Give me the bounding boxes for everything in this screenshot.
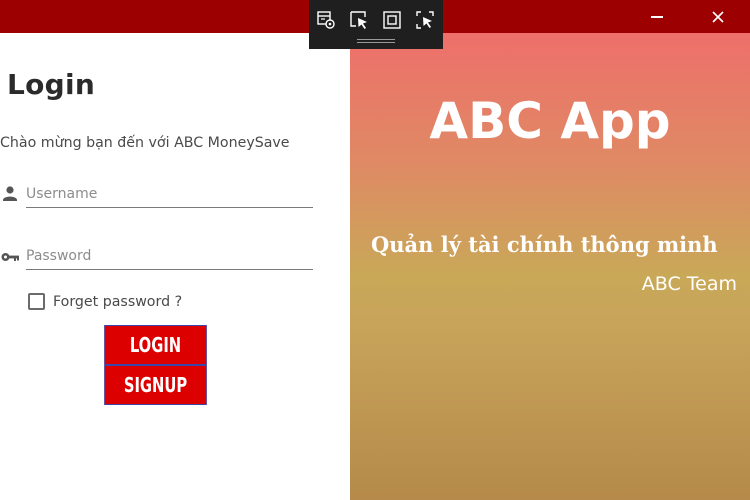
login-title: Login bbox=[7, 68, 96, 101]
app-tagline: Quản lý tài chính thông minh bbox=[371, 232, 718, 257]
display-layout-adorners-icon bbox=[383, 11, 401, 29]
minimize-icon bbox=[651, 15, 663, 18]
remember-label[interactable]: Forget password ? bbox=[53, 294, 182, 310]
user-icon bbox=[3, 186, 17, 201]
signup-button[interactable]: SIGNUP bbox=[104, 365, 207, 405]
remember-checkbox[interactable] bbox=[28, 293, 45, 310]
login-button[interactable]: LOGIN bbox=[104, 325, 207, 365]
toolbar-grip[interactable] bbox=[357, 39, 395, 43]
select-element-button[interactable] bbox=[346, 8, 372, 32]
password-input[interactable] bbox=[26, 242, 313, 270]
live-visual-tree-icon bbox=[317, 11, 335, 29]
team-name: ABC Team bbox=[641, 273, 737, 295]
app-title: ABC App bbox=[429, 92, 671, 150]
username-input[interactable] bbox=[26, 180, 313, 208]
close-icon bbox=[712, 10, 724, 23]
close-button[interactable] bbox=[695, 0, 741, 33]
welcome-message: Chào mừng bạn đến với ABC MoneySave bbox=[0, 135, 290, 151]
track-focused-element-icon bbox=[416, 11, 434, 29]
key-icon bbox=[1, 253, 19, 261]
track-focused-element-button[interactable] bbox=[412, 8, 438, 32]
display-layout-adorners-button[interactable] bbox=[379, 8, 405, 32]
runtime-debug-toolbar bbox=[309, 0, 443, 49]
select-element-icon bbox=[350, 11, 367, 29]
live-visual-tree-button[interactable] bbox=[313, 8, 339, 32]
minimize-button[interactable] bbox=[634, 0, 680, 33]
